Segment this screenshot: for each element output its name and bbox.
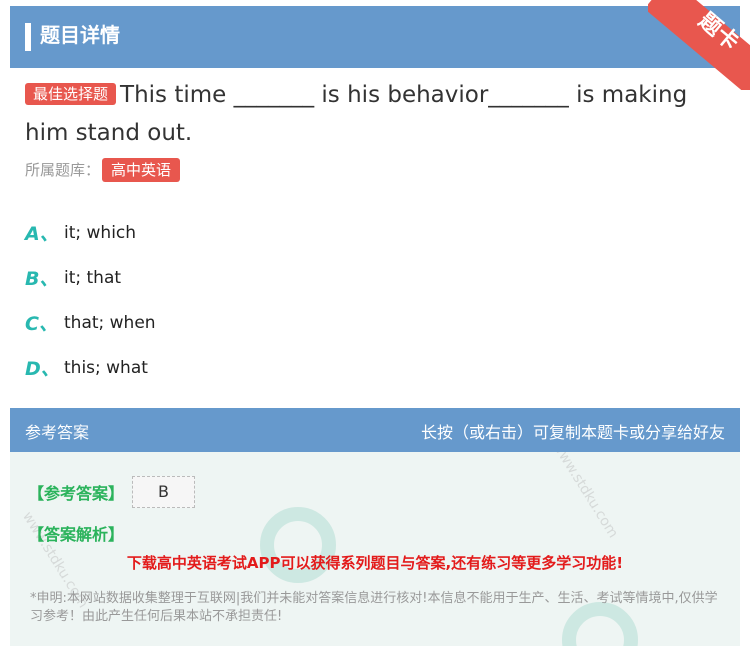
option-text: this; what — [64, 357, 148, 378]
page-header: 题目详情 — [10, 6, 740, 68]
page-title: 题目详情 — [40, 23, 120, 47]
option-letter: C、 — [25, 313, 58, 335]
option-a[interactable]: A、 it; which — [25, 210, 725, 255]
question-stem: 最佳选择题 This time _______ is his behavior__… — [25, 76, 725, 152]
option-text: it; that — [64, 267, 122, 288]
answer-header-label: 参考答案 — [25, 423, 90, 442]
watermark-text: www.stdku.com — [549, 452, 622, 541]
reference-answer-value: B — [132, 476, 195, 508]
answer-header: 参考答案 长按（或右击）可复制本题卡或分享给好友 — [10, 408, 740, 452]
copy-share-hint: 长按（或右击）可复制本题卡或分享给好友 — [420, 423, 725, 442]
answer-body: www.stdku.com www.stdku.com 【参考答案】 B 【答案… — [10, 452, 740, 646]
option-letter: D、 — [25, 358, 60, 380]
disclaimer: *申明:本网站数据收集整理于互联网|我们并未能对答案信息进行核对!本信息不能用于… — [30, 591, 718, 624]
explanation-label: 【答案解析】 — [28, 525, 125, 544]
option-b[interactable]: B、 it; that — [25, 255, 725, 300]
option-d[interactable]: D、 this; what — [25, 345, 725, 390]
option-text: that; when — [64, 312, 156, 333]
question-text: This time _______ is his behavior_______… — [25, 82, 688, 146]
option-c[interactable]: C、 that; when — [25, 300, 725, 345]
option-letter: B、 — [25, 268, 59, 290]
app-download-link[interactable]: 下载高中英语考试APP可以获得系列题目与答案,还有练习等更多学习功能! — [10, 552, 740, 573]
options-list: A、 it; which B、 it; that C、 that; when D… — [25, 210, 725, 390]
bank-tag[interactable]: 高中英语 — [102, 158, 181, 182]
question-bank: 所属题库： 高中英语 — [25, 158, 181, 182]
reference-answer-label: 【参考答案】 — [28, 484, 125, 503]
bank-label: 所属题库： — [25, 161, 101, 179]
option-letter: A、 — [25, 223, 59, 245]
header-accent-bar — [25, 23, 31, 51]
question-type-tag: 最佳选择题 — [25, 83, 117, 105]
option-text: it; which — [64, 222, 137, 243]
